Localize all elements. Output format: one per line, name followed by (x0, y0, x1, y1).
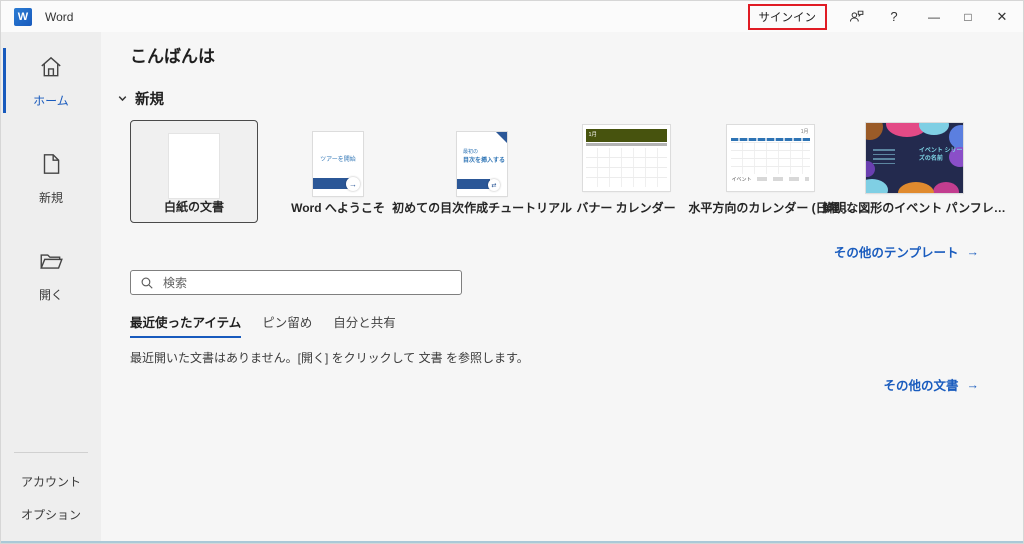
titlebar-controls: サインイン ? — □ ✕ (748, 4, 1024, 30)
template-card-toc-tutorial[interactable]: 最初の 目次を挿入する ⇄ 初めての目次作成チュートリアル (418, 120, 546, 223)
open-folder-icon (38, 248, 64, 279)
tab-shared-with-me[interactable]: 自分と共有 (333, 312, 396, 338)
template-label: バナー カレンダー (576, 199, 675, 216)
calendar-event-label: イベント (732, 176, 752, 183)
sidebar-item-new[interactable]: 新規 (1, 143, 101, 212)
new-section-header[interactable]: 新規 (130, 88, 979, 109)
thumb-text: 最初の (463, 148, 478, 155)
thumb-text: ツアーを開始 (313, 154, 363, 163)
more-templates-row: その他のテンプレート → (130, 242, 979, 261)
horizontal-calendar-thumbnail: 1月 イベント (727, 125, 814, 191)
sidebar-item-label: ホーム (33, 92, 69, 109)
more-templates-link[interactable]: その他のテンプレート → (834, 242, 979, 261)
tab-recent[interactable]: 最近使ったアイテム (130, 312, 241, 338)
minimize-button[interactable]: — (919, 4, 949, 30)
sidebar-item-label: 開く (39, 286, 63, 303)
banner-calendar-thumbnail: 1月 (583, 125, 670, 191)
word-start-window: W Word サインイン ? — □ ✕ (0, 0, 1024, 544)
greeting-heading: こんばんは (130, 42, 979, 67)
welcome-thumbnail: ツアーを開始 → (313, 132, 363, 196)
feedback-icon[interactable] (841, 4, 871, 30)
search-row (130, 270, 979, 295)
sidebar-item-options[interactable]: オプション (1, 498, 101, 531)
sidebar-item-account[interactable]: アカウント (1, 465, 101, 498)
template-card-horizontal-calendar[interactable]: 1月 イベント 水平方向のカレンダー (日曜… (706, 120, 834, 223)
thumb-text: 目次を挿入する (463, 155, 505, 164)
blob-shape (919, 123, 949, 135)
template-card-blank-document[interactable]: 白紙の文書 (130, 120, 258, 223)
calendar-grid (731, 142, 810, 174)
blob-shape (866, 179, 888, 193)
template-label: 鮮明な図形のイベント パンフレ… (822, 199, 1006, 216)
template-label: 初めての目次作成チュートリアル (392, 199, 572, 216)
toc-tutorial-thumbnail: 最初の 目次を挿入する ⇄ (457, 132, 507, 196)
blob-shape (898, 182, 934, 193)
template-cards: 白紙の文書 ツアーを開始 → Word へようこそ 最初の 目次を挿入する (130, 120, 979, 223)
sidebar-footer: アカウント オプション (1, 452, 101, 531)
blob-shape (933, 182, 959, 193)
event-brochure-thumbnail: イベント シリー ズの名前 (866, 123, 963, 193)
brochure-title: イベント シリー ズの名前 (919, 147, 963, 163)
word-logo-icon: W (14, 8, 32, 26)
help-button[interactable]: ? (879, 4, 909, 30)
main-content: こんばんは 新規 白紙の文書 ツアーを開始 → (101, 32, 1023, 541)
blank-document-thumbnail (169, 134, 219, 198)
close-button[interactable]: ✕ (987, 4, 1017, 30)
blob-shape (866, 123, 883, 140)
search-input[interactable] (163, 276, 453, 290)
thumb-banner (457, 179, 490, 189)
corner-fold-icon (496, 132, 507, 143)
app-title: Word (45, 10, 73, 24)
template-card-welcome[interactable]: ツアーを開始 → Word へようこそ (274, 120, 402, 223)
sidebar-item-open[interactable]: 開く (1, 240, 101, 309)
document-tabs: 最近使ったアイテム ピン留め 自分と共有 (130, 312, 979, 338)
template-label: 白紙の文書 (164, 198, 224, 215)
link-label: その他の文書 (883, 375, 958, 394)
search-box[interactable] (130, 270, 462, 295)
chevron-down-icon (117, 93, 128, 104)
more-documents-row: その他の文書 → (130, 375, 979, 394)
sign-in-button[interactable]: サインイン (748, 4, 828, 30)
home-icon (38, 54, 64, 85)
calendar-subrow (586, 143, 667, 146)
calendar-event-lines (757, 177, 809, 181)
maximize-button[interactable]: □ (953, 4, 983, 30)
template-card-banner-calendar[interactable]: 1月 バナー カレンダー (562, 120, 690, 223)
sidebar-item-home[interactable]: ホーム (1, 46, 101, 115)
blob-shape (949, 125, 963, 149)
calendar-grid (586, 148, 667, 187)
template-label: Word へようこそ (291, 199, 385, 216)
new-document-icon (38, 151, 64, 182)
empty-documents-message: 最近開いた文書はありません。[開く] をクリックして 文書 を参照します。 (130, 349, 979, 366)
sidebar-nav: ホーム 新規 開く (1, 32, 101, 309)
arrow-circle-icon: → (346, 177, 360, 191)
arrows-circle-icon: ⇄ (488, 179, 500, 191)
sidebar-item-label: 新規 (39, 189, 63, 206)
brochure-text-lines (873, 149, 895, 167)
new-section-title: 新規 (135, 88, 164, 109)
tab-pinned[interactable]: ピン留め (262, 312, 312, 338)
more-documents-link[interactable]: その他の文書 → (883, 375, 979, 394)
sidebar-divider (14, 452, 88, 453)
arrow-right-icon: → (967, 378, 980, 392)
calendar-days-row (731, 138, 810, 141)
search-icon (140, 276, 154, 290)
calendar-month-banner: 1月 (586, 129, 667, 142)
arrow-right-icon: → (967, 245, 980, 259)
calendar-month-label: 1月 (801, 128, 809, 135)
sidebar: ホーム 新規 開く (1, 32, 101, 541)
link-label: その他のテンプレート (834, 242, 959, 261)
titlebar: W Word サインイン ? — □ ✕ (1, 1, 1023, 32)
template-card-event-brochure[interactable]: イベント シリー ズの名前 鮮明な図形のイベント パンフレ… (850, 120, 978, 223)
